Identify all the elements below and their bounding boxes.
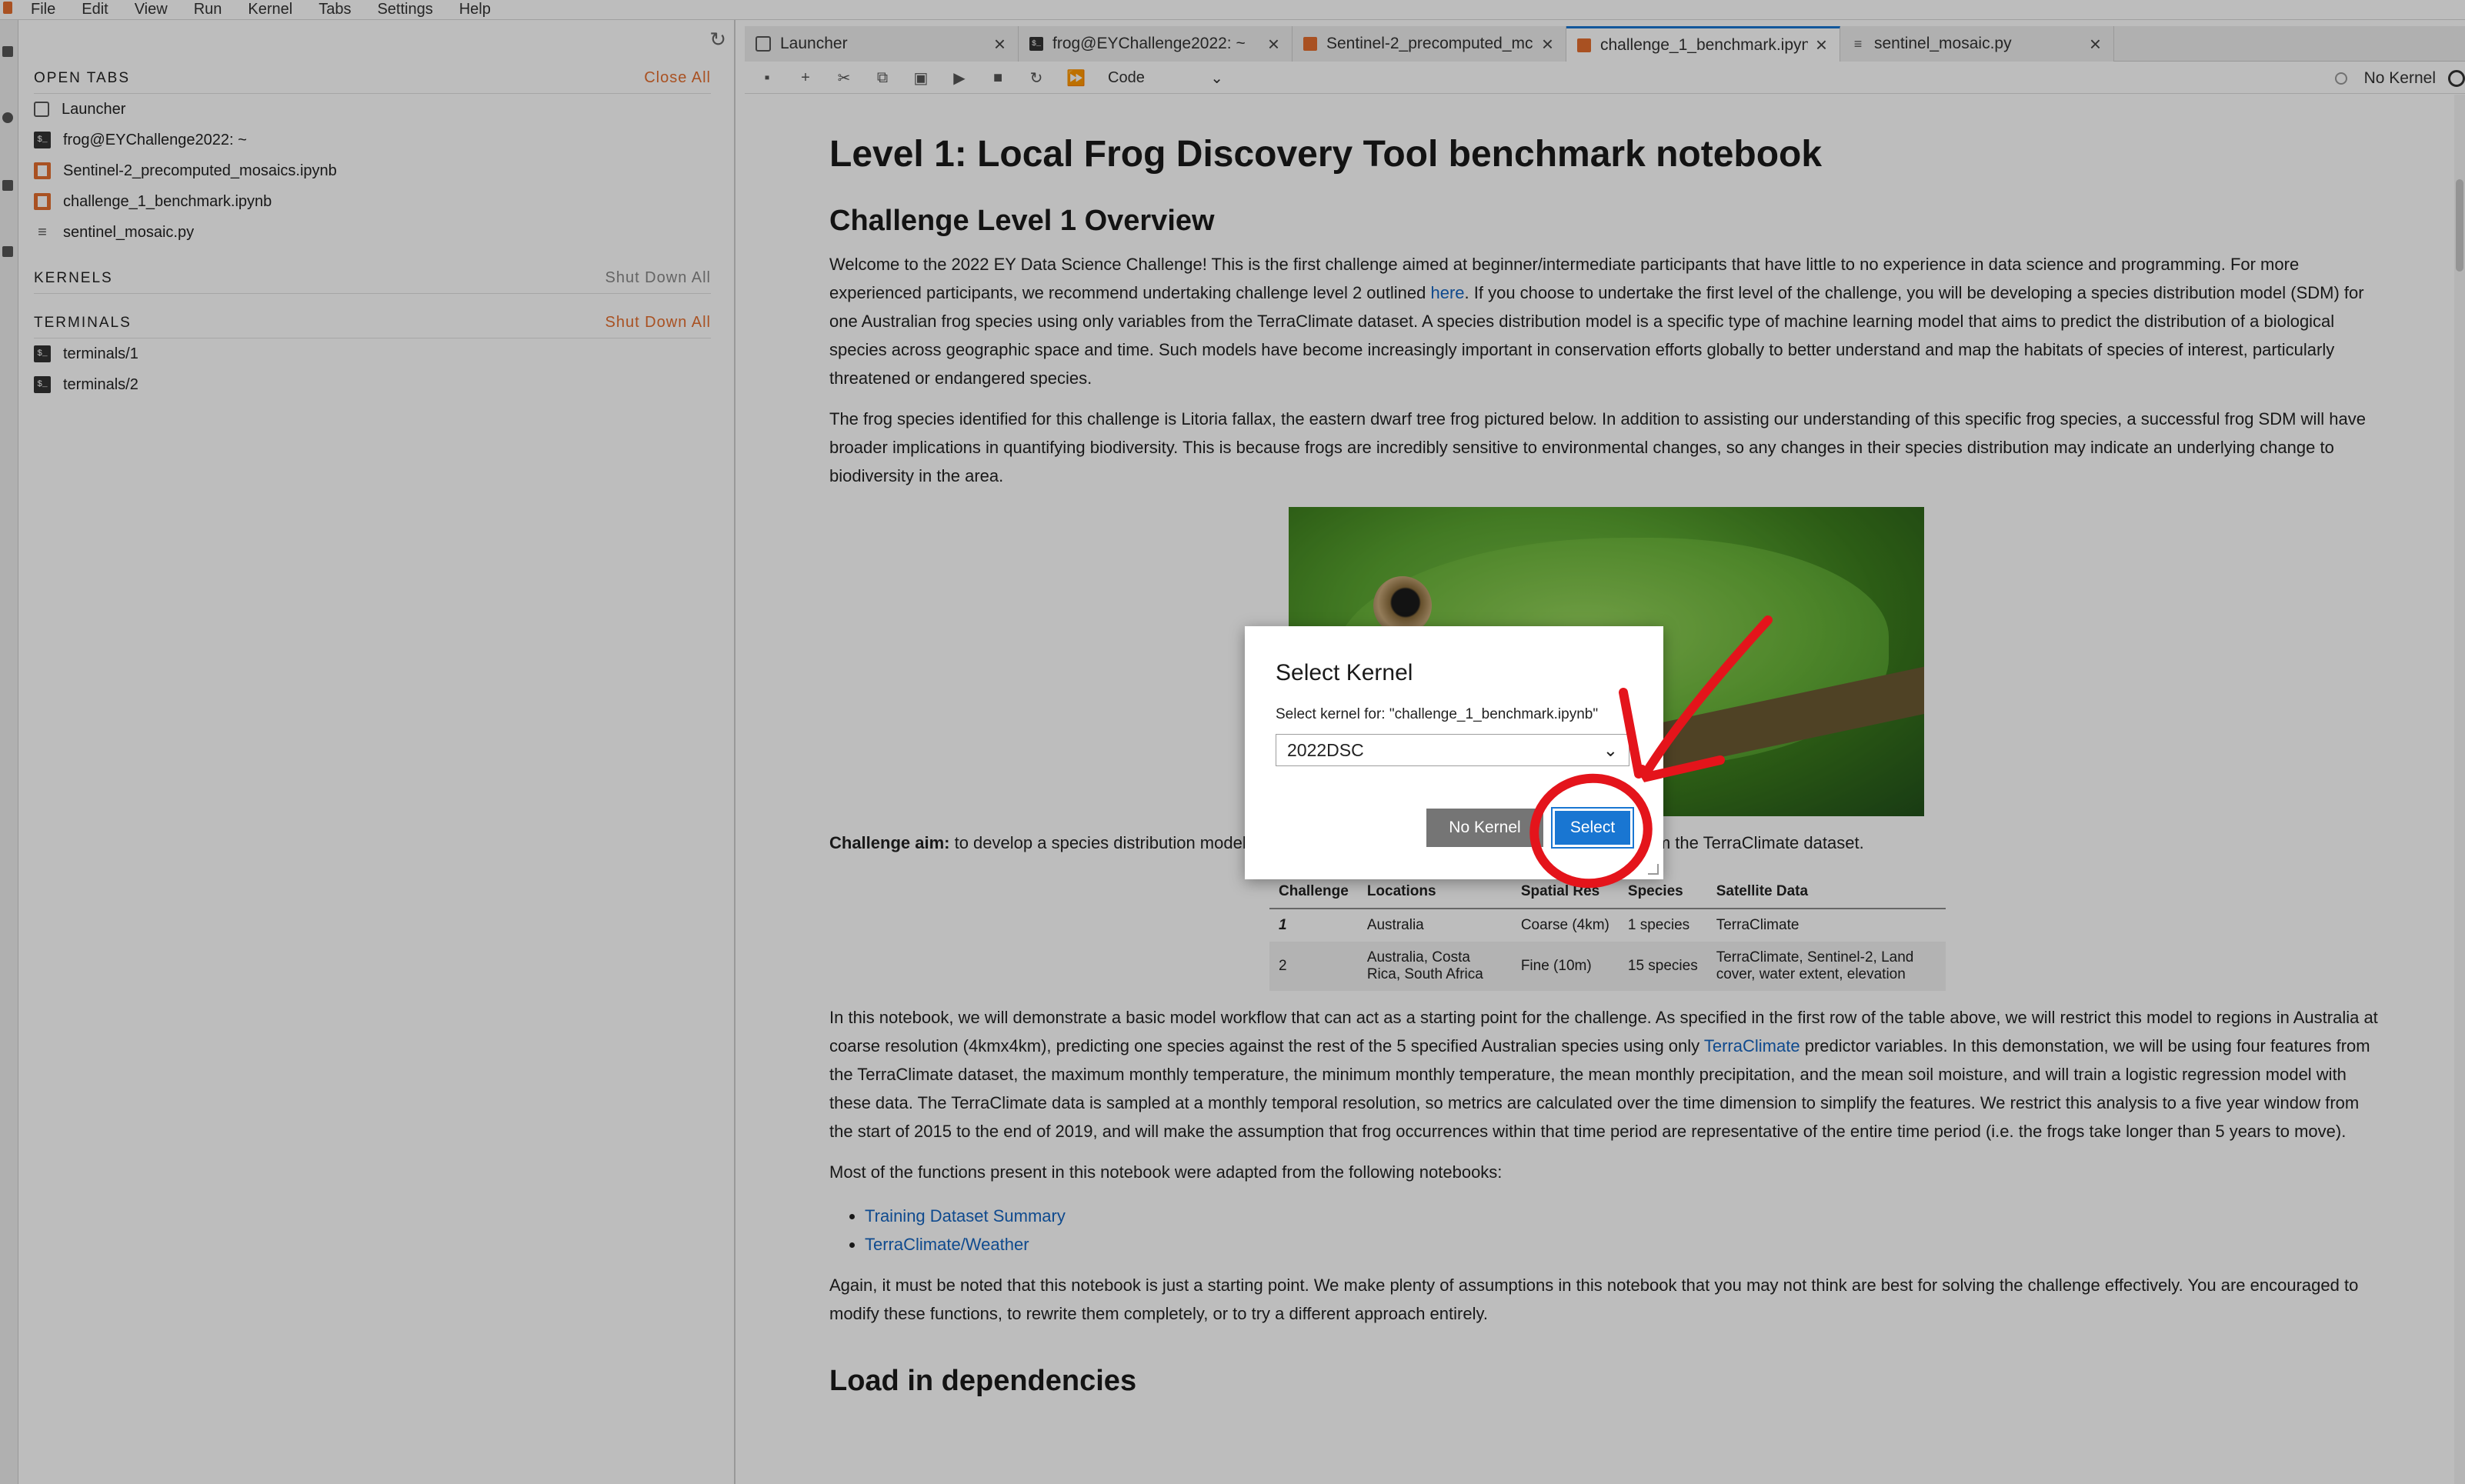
no-kernel-button[interactable]: No Kernel <box>1426 809 1543 847</box>
select-kernel-dialog: Select Kernel Select kernel for: "challe… <box>1245 626 1663 879</box>
dialog-subtitle: Select kernel for: "challenge_1_benchmar… <box>1276 706 1599 722</box>
chevron-down-icon: ⌄ <box>1603 739 1618 760</box>
kernel-dropdown[interactable]: 2022DSC ⌄ <box>1276 734 1629 766</box>
select-button[interactable]: Select <box>1551 807 1634 849</box>
modal-backdrop <box>0 0 2465 1484</box>
resize-grip-icon[interactable] <box>1648 864 1659 875</box>
dialog-title: Select Kernel <box>1276 660 1413 685</box>
